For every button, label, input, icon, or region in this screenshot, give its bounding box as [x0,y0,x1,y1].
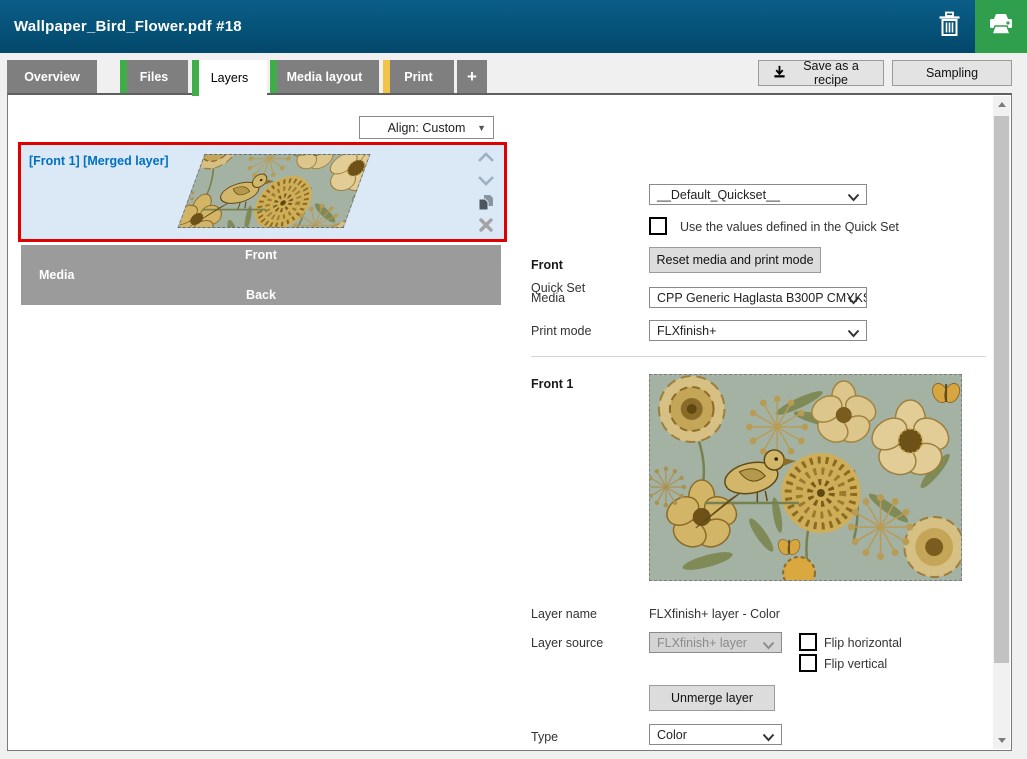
print-mode-label: Print mode [531,324,591,338]
print-mode-value: FLXfinish+ [657,324,716,338]
front-section-heading: Front [531,258,563,272]
tab-print[interactable]: Print [383,60,454,93]
flip-vertical-label: Flip vertical [824,657,887,671]
media-value: CPP Generic Haglasta B300P CMYKSS-AU- [657,291,867,305]
chevron-up-icon [477,150,495,168]
align-dropdown-value: Align: Custom [388,121,466,135]
use-quickset-values-label: Use the values defined in the Quick Set [680,220,899,234]
layer-thumbnail[interactable] [178,154,371,228]
delete-x-icon [479,218,493,237]
type-label: Type [531,730,558,744]
scrollbar-thumb[interactable] [994,116,1009,663]
print-status-stripe [383,60,390,93]
window-titlebar: Wallpaper_Bird_Flower.pdf #18 [0,0,1027,53]
button-label: Save as a recipe [793,59,869,87]
scroll-up-button[interactable] [993,96,1010,113]
button-label: Sampling [926,66,978,80]
move-layer-down-button[interactable] [476,172,496,191]
files-status-stripe [120,60,127,93]
reset-media-print-mode-button[interactable]: Reset media and print mode [649,247,821,273]
layers-tab-panel: Align: Custom ▼ [Front 1] [Merged layer] [7,93,1012,751]
tab-label: Layers [211,71,249,85]
move-layer-up-button[interactable] [476,149,496,168]
front1-section-heading: Front 1 [531,377,573,391]
chevron-down-icon [477,173,495,191]
quick-set-dropdown[interactable]: __Default_Quickset__ [649,184,867,205]
triangle-down-icon [998,738,1006,743]
vertical-scrollbar[interactable] [993,96,1010,749]
tab-overview[interactable]: Overview [7,60,97,93]
delete-job-button[interactable] [923,0,975,53]
flip-horizontal-checkbox[interactable] [799,633,817,651]
layers-status-stripe [192,60,199,96]
printer-icon [987,11,1015,42]
tab-label: Overview [24,70,80,84]
layer-row-actions [476,149,496,237]
chevron-down-icon [847,327,860,341]
layer-source-value: FLXfinish+ layer [657,636,747,650]
chevron-down-icon [847,294,860,308]
layer-source-dropdown: FLXfinish+ layer [649,632,782,653]
print-button[interactable] [975,0,1027,53]
layer-name-value: FLXfinish+ layer - Color [649,607,780,621]
quick-set-value: __Default_Quickset__ [657,188,780,202]
plus-icon: + [467,67,477,87]
selected-layer-label: [Front 1] [Merged layer] [29,154,169,168]
print-mode-dropdown[interactable]: FLXfinish+ [649,320,867,341]
layer-source-label: Layer source [531,636,603,650]
tab-label: Media layout [287,70,363,84]
triangle-down-icon: ▼ [477,123,486,133]
section-divider [531,356,986,357]
scroll-down-button[interactable] [993,732,1010,749]
align-dropdown[interactable]: Align: Custom ▼ [359,116,494,139]
tab-strip: Overview Files Layers Media layout Print… [7,60,1020,94]
tab-strip-actions: Save as a recipe Sampling [758,60,1012,86]
tab-label: Print [404,70,432,84]
tab-label: Files [140,70,169,84]
front-preview-image [649,374,962,581]
sampling-button[interactable]: Sampling [892,60,1012,86]
flip-horizontal-label: Flip horizontal [824,636,902,650]
chevron-down-icon [762,731,775,745]
tab-files[interactable]: Files [120,60,188,93]
media-label: Media [531,291,565,305]
trash-icon [938,11,961,42]
save-as-recipe-button[interactable]: Save as a recipe [758,60,884,86]
side-back-label: Back [246,288,276,302]
titlebar-actions [923,0,1027,53]
unmerge-layer-button[interactable]: Unmerge layer [649,685,775,711]
type-dropdown[interactable]: Color [649,724,782,745]
media-sides-block: Front Media Back [21,245,501,305]
triangle-up-icon [998,102,1006,107]
type-value: Color [657,728,687,742]
side-media-row[interactable]: Media [21,265,501,285]
document-title: Wallpaper_Bird_Flower.pdf #18 [0,18,242,35]
side-front-label: Front [245,248,277,262]
side-front-row[interactable]: Front [21,245,501,265]
use-quickset-values-checkbox[interactable] [649,217,667,235]
delete-layer-button[interactable] [476,218,496,237]
selected-layer-row[interactable]: [Front 1] [Merged layer] [18,142,507,242]
tab-layers[interactable]: Layers [192,60,267,96]
chevron-down-icon [762,639,775,653]
tab-media-layout[interactable]: Media layout [270,60,379,93]
duplicate-layer-button[interactable] [476,195,496,214]
side-media-label: Media [39,268,74,282]
flip-vertical-checkbox[interactable] [799,654,817,672]
download-icon [773,65,786,81]
duplicate-icon [478,194,494,216]
media-layout-status-stripe [270,60,277,93]
chevron-down-icon [847,191,860,205]
media-dropdown[interactable]: CPP Generic Haglasta B300P CMYKSS-AU- [649,287,867,308]
side-back-row[interactable]: Back [21,285,501,305]
layer-name-label: Layer name [531,607,597,621]
add-tab-button[interactable]: + [457,60,487,93]
